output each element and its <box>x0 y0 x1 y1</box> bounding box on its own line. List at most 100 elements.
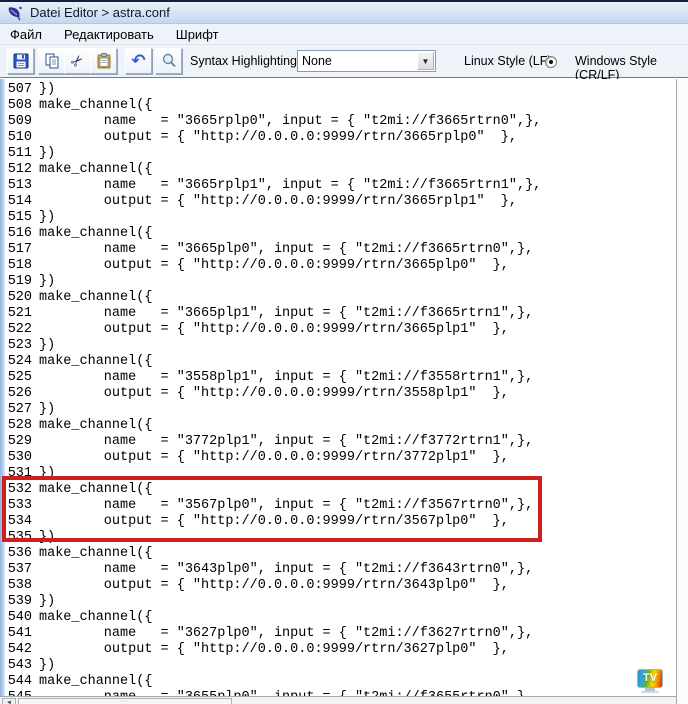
search-icon <box>160 52 178 70</box>
code-line: 513 name = "3665rplp1", input = { "t2mi:… <box>5 178 541 194</box>
line-text: output = { "http://0.0.0.0:9999/rtrn/366… <box>39 322 509 338</box>
satellite-dish-icon <box>7 5 23 21</box>
code-line: 522 output = { "http://0.0.0.0:9999/rtrn… <box>5 322 541 338</box>
code-line: 516make_channel({ <box>5 226 541 242</box>
line-number: 523 <box>5 338 32 354</box>
menu-file[interactable]: Файл <box>10 27 42 42</box>
scroll-left-arrow-icon[interactable]: ◄ <box>2 698 16 704</box>
undo-button[interactable]: ↶ <box>125 48 152 74</box>
code-line: 533 name = "3567plp0", input = { "t2mi:/… <box>5 498 541 514</box>
line-text: }) <box>39 658 55 674</box>
chevron-down-icon[interactable]: ▼ <box>417 52 434 70</box>
copy-button[interactable] <box>38 48 65 74</box>
line-text: }) <box>39 274 55 290</box>
line-text: name = "3558plp1", input = { "t2mi://f35… <box>39 370 533 386</box>
windows-style-label: Windows Style (CR/LF) <box>575 54 688 82</box>
line-text: make_channel({ <box>39 162 152 178</box>
line-number: 529 <box>5 434 32 450</box>
line-text: make_channel({ <box>39 98 152 114</box>
code-line: 528make_channel({ <box>5 418 541 434</box>
line-number: 533 <box>5 498 32 514</box>
save-button[interactable] <box>7 48 34 74</box>
line-number: 519 <box>5 274 32 290</box>
menu-edit[interactable]: Редактировать <box>64 27 154 42</box>
code-lines: 507})508make_channel({509 name = "3665rp… <box>5 82 541 704</box>
line-text: }) <box>39 82 55 98</box>
paste-button[interactable] <box>90 48 117 74</box>
syntax-highlighting-value: None <box>298 54 417 68</box>
line-number: 510 <box>5 130 32 146</box>
line-text: name = "3627plp0", input = { "t2mi://f36… <box>39 626 533 642</box>
line-number: 538 <box>5 578 32 594</box>
window-title: Datei Editor > astra.conf <box>30 5 170 20</box>
line-text: make_channel({ <box>39 610 152 626</box>
horizontal-scrollbar[interactable]: ◄ ··· <box>0 696 676 704</box>
code-line: 512 make_channel({ <box>5 162 541 178</box>
line-number: 534 <box>5 514 32 530</box>
syntax-highlighting-select[interactable]: None ▼ <box>297 50 436 72</box>
line-number: 526 <box>5 386 32 402</box>
cut-button[interactable]: ✂ <box>64 48 91 74</box>
code-line: 526 output = { "http://0.0.0.0:9999/rtrn… <box>5 386 541 402</box>
line-text: output = { "http://0.0.0.0:9999/rtrn/366… <box>39 194 517 210</box>
line-text: name = "3665rplp1", input = { "t2mi://f3… <box>39 178 541 194</box>
line-number: 541 <box>5 626 32 642</box>
menu-font[interactable]: Шрифт <box>176 27 219 42</box>
linux-style-label: Linux Style (LF) <box>464 54 552 68</box>
save-icon <box>12 52 30 70</box>
code-line: 508make_channel({ <box>5 98 541 114</box>
horizontal-scrollbar-thumb[interactable]: ··· <box>18 698 232 704</box>
code-line: 518 output = { "http://0.0.0.0:9999/rtrn… <box>5 258 541 274</box>
tv-logo-screen: TV <box>637 669 663 688</box>
line-number: 532 <box>5 482 32 498</box>
code-line: 525 name = "3558plp1", input = { "t2mi:/… <box>5 370 541 386</box>
syntax-highlighting-label: Syntax Highlighting: <box>190 54 300 68</box>
line-text: }) <box>39 402 55 418</box>
line-number: 530 <box>5 450 32 466</box>
line-text: }) <box>39 210 55 226</box>
line-number: 512 <box>5 162 32 178</box>
code-line: 514 output = { "http://0.0.0.0:9999/rtrn… <box>5 194 541 210</box>
code-line: 540make_channel({ <box>5 610 541 626</box>
vertical-scrollbar[interactable] <box>676 79 688 704</box>
code-editor[interactable]: 507})508make_channel({509 name = "3665rp… <box>0 79 676 704</box>
line-number: 527 <box>5 402 32 418</box>
toolbar: ✂ ↶ Syntax Highlighting: None ▼ Linux St… <box>0 45 688 78</box>
menu-bar: Файл Редактировать Шрифт <box>0 24 688 45</box>
line-number: 514 <box>5 194 32 210</box>
line-number: 524 <box>5 354 32 370</box>
line-text: make_channel({ <box>39 226 152 242</box>
code-line: 542 output = { "http://0.0.0.0:9999/rtrn… <box>5 642 541 658</box>
line-number: 543 <box>5 658 32 674</box>
cut-icon: ✂ <box>67 50 89 72</box>
window-left-edge <box>0 79 5 704</box>
line-number: 513 <box>5 178 32 194</box>
line-text: output = { "http://0.0.0.0:9999/rtrn/355… <box>39 386 509 402</box>
code-line: 517 name = "3665plp0", input = { "t2mi:/… <box>5 242 541 258</box>
title-bar: Datei Editor > astra.conf <box>0 2 688 24</box>
linux-style-radio[interactable] <box>545 56 557 68</box>
code-line: 519}) <box>5 274 541 290</box>
line-number: 536 <box>5 546 32 562</box>
code-line: 511}) <box>5 146 541 162</box>
code-line: 531}) <box>5 466 541 482</box>
line-number: 518 <box>5 258 32 274</box>
line-text: make_channel({ <box>39 482 152 498</box>
line-number: 544 <box>5 674 32 690</box>
line-number: 509 <box>5 114 32 130</box>
line-number: 521 <box>5 306 32 322</box>
tv-logo-base <box>641 691 659 693</box>
line-number: 531 <box>5 466 32 482</box>
line-number: 517 <box>5 242 32 258</box>
line-number: 542 <box>5 642 32 658</box>
line-text: }) <box>39 594 55 610</box>
line-number: 525 <box>5 370 32 386</box>
code-line: 524make_channel({ <box>5 354 541 370</box>
code-line: 515}) <box>5 210 541 226</box>
line-text: }) <box>39 530 55 546</box>
line-text: }) <box>39 466 55 482</box>
line-number: 520 <box>5 290 32 306</box>
search-button[interactable] <box>155 48 182 74</box>
code-line: 534 output = { "http://0.0.0.0:9999/rtrn… <box>5 514 541 530</box>
line-text: output = { "http://0.0.0.0:9999/rtrn/364… <box>39 578 509 594</box>
